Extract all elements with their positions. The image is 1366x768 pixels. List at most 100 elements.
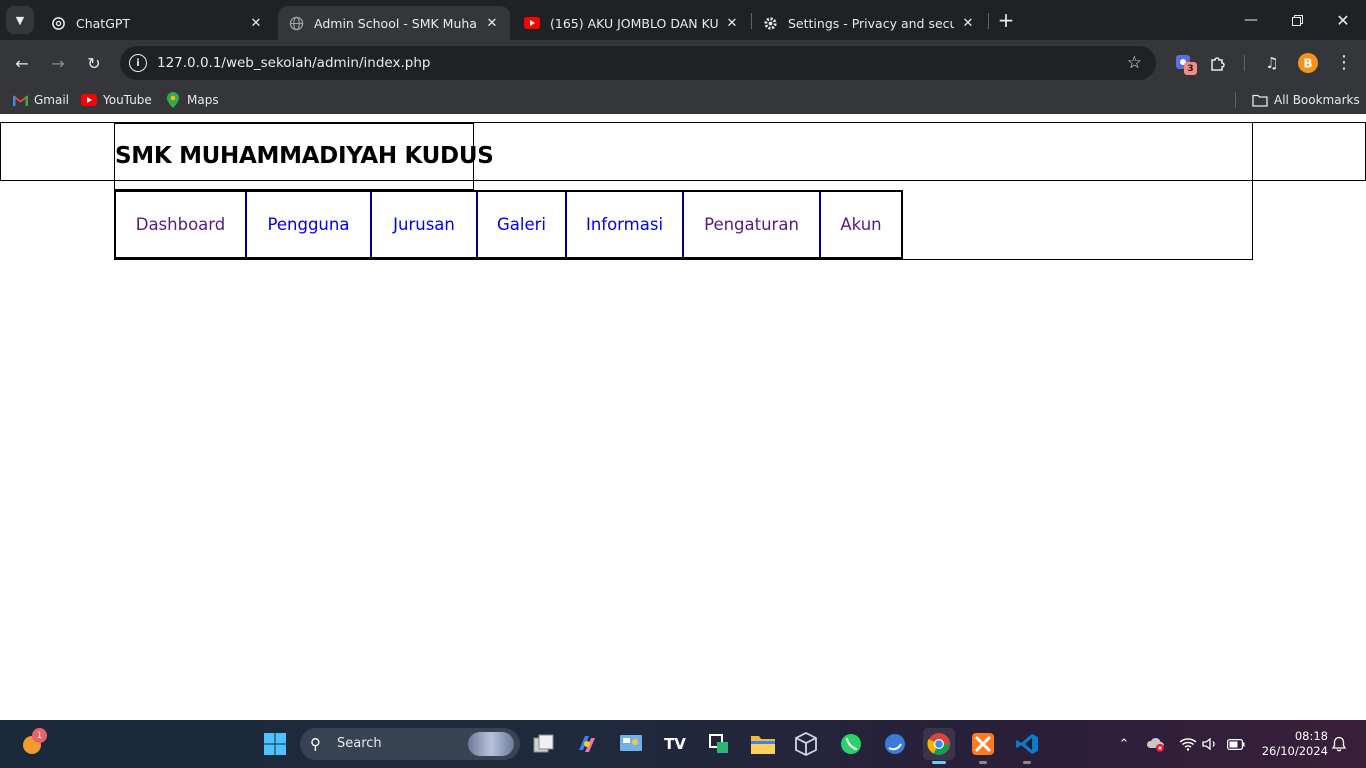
- chatgpt-icon: [50, 15, 66, 31]
- tradingview-icon: TV: [664, 735, 686, 753]
- start-button[interactable]: [259, 728, 291, 760]
- menu-item-jurusan[interactable]: Jurusan: [372, 192, 478, 257]
- wifi-icon: [1179, 738, 1197, 751]
- battery-status[interactable]: [1226, 734, 1246, 754]
- puzzle-icon: [1211, 57, 1225, 71]
- bookmark-maps[interactable]: Maps: [165, 91, 219, 109]
- profile-avatar[interactable]: B: [1296, 51, 1320, 75]
- menu-item-pengguna[interactable]: Pengguna: [247, 192, 372, 257]
- tab-strip: ▼ ChatGPT ✕ Admin School - SMK Muhamma ✕…: [0, 0, 1366, 40]
- extension-badge-button[interactable]: 3: [1172, 51, 1197, 75]
- show-hidden-icons-button[interactable]: ⌃: [1114, 734, 1134, 754]
- tab-title: (165) AKU JOMBLO DAN KU BE: [550, 15, 718, 31]
- task-view-icon: [533, 734, 554, 753]
- tab-search-button[interactable]: ▼: [6, 6, 34, 34]
- back-button[interactable]: ←: [8, 49, 36, 77]
- chrome-icon: [927, 733, 950, 755]
- taskbar-xampp[interactable]: [967, 728, 999, 764]
- plus-icon: +: [997, 8, 1015, 32]
- moon-app-icon: [885, 734, 905, 754]
- chevron-up-icon: ⌃: [1118, 736, 1130, 752]
- snipping-tool-icon: [709, 734, 728, 753]
- bitcoin-avatar-icon: B: [1298, 53, 1318, 73]
- menu-item-informasi[interactable]: Informasi: [567, 192, 684, 257]
- copilot-icon: [579, 736, 595, 752]
- menu-item-akun[interactable]: Akun: [821, 192, 901, 257]
- tab-separator: [988, 13, 989, 29]
- close-tab-icon[interactable]: ✕: [248, 15, 264, 31]
- volume-control[interactable]: [1200, 734, 1220, 754]
- taskbar-chrome[interactable]: [923, 728, 955, 764]
- tab-youtube-video[interactable]: (165) AKU JOMBLO DAN KU BE ✕: [514, 6, 750, 40]
- bookmark-gmail[interactable]: Gmail: [12, 91, 69, 109]
- reload-button[interactable]: ↻: [80, 49, 108, 77]
- taskbar-whatsapp[interactable]: [835, 728, 867, 760]
- chrome-menu-button[interactable]: ⋮: [1332, 51, 1356, 75]
- taskbar-snipping-tool[interactable]: [703, 728, 735, 760]
- minimize-button[interactable]: —: [1228, 0, 1274, 40]
- bookmark-label: All Bookmarks: [1274, 93, 1360, 107]
- taskbar-edge-app[interactable]: [879, 728, 911, 760]
- bookmark-label: Maps: [187, 93, 219, 107]
- taskbar-tradingview[interactable]: TV: [659, 728, 691, 760]
- menu-item-dashboard[interactable]: Dashboard: [116, 192, 247, 257]
- taskbar-search[interactable]: ⚲ Search: [300, 728, 520, 760]
- system-clock[interactable]: 08:18 26/10/2024: [1258, 729, 1328, 759]
- taskbar-control-panel[interactable]: [615, 728, 647, 760]
- xampp-icon: [972, 733, 994, 755]
- forward-button[interactable]: →: [44, 49, 72, 77]
- widgets-button[interactable]: 1: [16, 728, 48, 760]
- chevron-down-icon: ▼: [15, 13, 25, 27]
- active-indicator: [932, 761, 946, 764]
- close-tab-icon[interactable]: ✕: [484, 15, 500, 31]
- wifi-status[interactable]: [1178, 734, 1198, 754]
- folder-icon: [751, 736, 775, 754]
- address-bar[interactable]: i 127.0.0.1/web_sekolah/admin/index.php …: [120, 46, 1156, 80]
- taskbar-copilot[interactable]: [571, 728, 603, 760]
- url-text[interactable]: 127.0.0.1/web_sekolah/admin/index.php: [157, 55, 430, 71]
- restore-icon: [1291, 14, 1303, 26]
- media-queue-icon: ♫: [1265, 54, 1279, 72]
- bookmark-youtube[interactable]: YouTube: [81, 91, 152, 109]
- reload-icon: ↻: [87, 53, 101, 73]
- gmail-icon: [12, 92, 28, 108]
- close-tab-icon[interactable]: ✕: [960, 15, 976, 31]
- tab-title: Admin School - SMK Muhamma: [314, 15, 478, 31]
- menu-item-galeri[interactable]: Galeri: [478, 192, 567, 257]
- tab-title: ChatGPT: [76, 15, 131, 31]
- bookmark-star-icon[interactable]: ☆: [1127, 53, 1142, 73]
- cube-icon: [795, 732, 817, 756]
- globe-icon: [288, 15, 304, 31]
- all-bookmarks-button[interactable]: All Bookmarks: [1252, 91, 1360, 109]
- menu-item-pengaturan[interactable]: Pengaturan: [684, 192, 821, 257]
- tab-settings-privacy[interactable]: Settings - Privacy and security ✕: [752, 6, 986, 40]
- taskbar-virtualbox[interactable]: [790, 728, 822, 760]
- restore-button[interactable]: [1274, 0, 1320, 40]
- task-view-button[interactable]: [528, 728, 560, 760]
- taskbar-vscode[interactable]: [1011, 728, 1043, 764]
- control-panel-icon: [620, 735, 642, 751]
- onedrive-status[interactable]: [1146, 734, 1166, 754]
- bookmark-label: YouTube: [103, 93, 152, 107]
- close-window-button[interactable]: ✕: [1320, 0, 1366, 40]
- clock-time: 08:18: [1294, 729, 1328, 743]
- site-info-icon[interactable]: i: [129, 54, 147, 72]
- tab-chatgpt[interactable]: ChatGPT ✕: [40, 6, 274, 40]
- new-tab-button[interactable]: +: [994, 8, 1018, 32]
- running-indicator: [1023, 761, 1031, 764]
- search-icon: ⚲: [310, 735, 321, 753]
- close-tab-icon[interactable]: ✕: [724, 15, 740, 31]
- svg-text:B: B: [1303, 57, 1312, 71]
- extension-count-badge: 3: [1184, 62, 1197, 75]
- media-control-button[interactable]: ♫: [1260, 51, 1284, 75]
- tab-admin-school[interactable]: Admin School - SMK Muhamma ✕: [278, 6, 510, 40]
- taskbar-file-explorer[interactable]: [747, 728, 779, 760]
- tab-title: Settings - Privacy and security: [788, 15, 954, 31]
- bookmarks-bar: Gmail YouTube Maps All Bookmarks: [0, 86, 1366, 114]
- notification-badge: 1: [32, 728, 47, 743]
- extensions-button[interactable]: [1206, 51, 1230, 75]
- notifications-button[interactable]: [1329, 734, 1349, 754]
- cloud-error-icon: [1146, 737, 1164, 752]
- arrow-left-icon: ←: [15, 53, 29, 73]
- clock-date: 26/10/2024: [1261, 744, 1328, 758]
